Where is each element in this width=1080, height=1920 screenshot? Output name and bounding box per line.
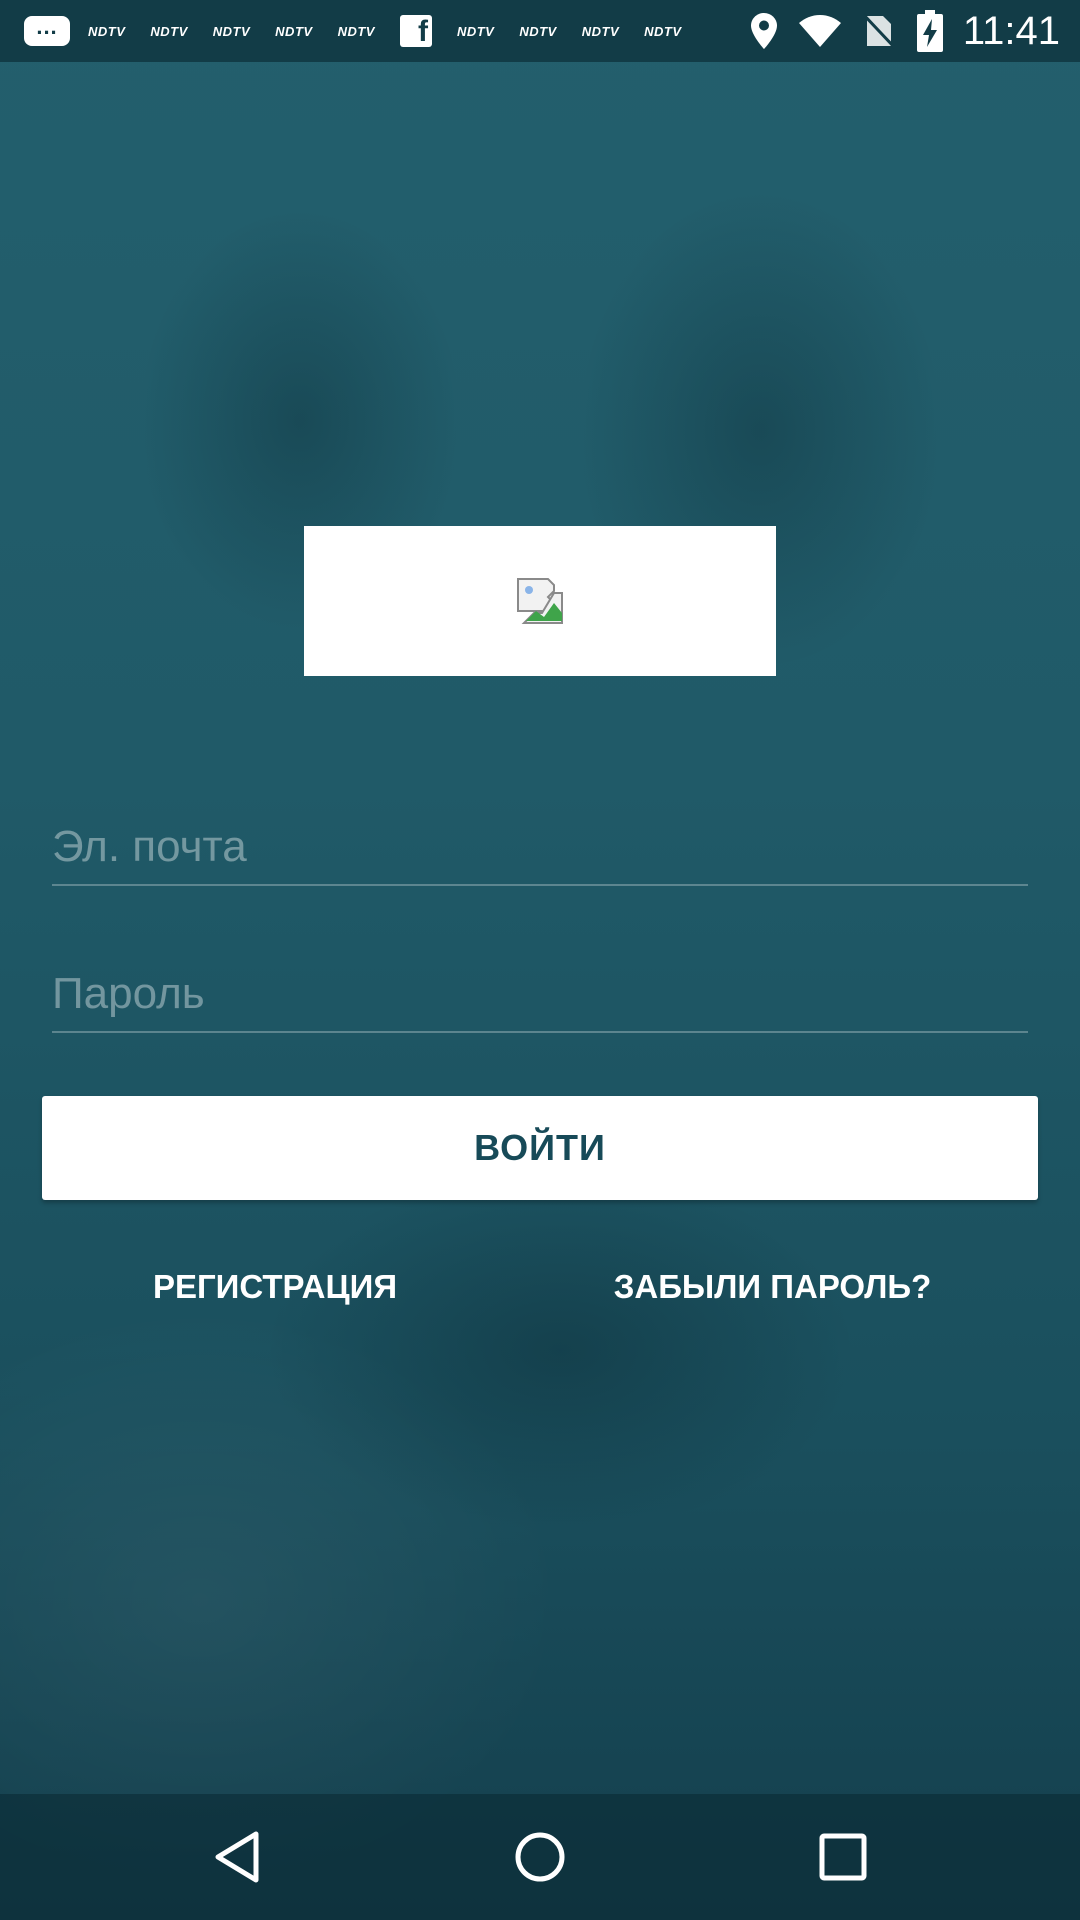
notification-area: ... NDTV NDTV NDTV NDTV NDTV f NDTV NDTV… <box>0 15 707 47</box>
email-field <box>52 810 1028 886</box>
ndtv-notification-icon: NDTV <box>644 23 682 39</box>
forgot-password-link[interactable]: ЗАБЫЛИ ПАРОЛЬ? <box>600 1262 945 1312</box>
ndtv-notification-icon: NDTV <box>456 23 495 39</box>
message-notification-icon: ... <box>24 16 70 46</box>
login-screen: ... NDTV NDTV NDTV NDTV NDTV f NDTV NDTV… <box>0 0 1080 1920</box>
email-input[interactable] <box>52 810 1028 884</box>
ndtv-notification-icon: NDTV <box>337 23 375 39</box>
battery-charging-icon <box>916 10 943 52</box>
password-input[interactable] <box>52 957 1028 1031</box>
ndtv-notification-icon: NDTV <box>212 23 251 39</box>
login-button[interactable]: ВОЙТИ <box>42 1096 1038 1200</box>
ndtv-notification-icon: NDTV <box>519 23 557 39</box>
ndtv-notification-icon: NDTV <box>88 23 126 39</box>
location-icon <box>750 13 777 49</box>
facebook-icon: f <box>399 15 432 47</box>
password-field <box>52 957 1028 1033</box>
home-icon <box>515 1832 565 1882</box>
recents-button[interactable] <box>808 1822 878 1892</box>
register-link[interactable]: РЕГИСТРАЦИЯ <box>110 1262 440 1312</box>
app-logo <box>304 526 776 676</box>
recents-icon <box>819 1833 867 1881</box>
system-icons: 11:41 <box>729 0 1060 62</box>
ndtv-notification-icon: NDTV <box>150 23 188 39</box>
home-button[interactable] <box>505 1822 575 1892</box>
back-icon <box>215 1831 259 1883</box>
no-sim-icon <box>862 12 895 50</box>
status-bar: ... NDTV NDTV NDTV NDTV NDTV f NDTV NDTV… <box>0 0 1080 62</box>
ndtv-notification-icon: NDTV <box>275 23 313 39</box>
back-button[interactable] <box>202 1822 272 1892</box>
wifi-icon <box>798 15 841 47</box>
navigation-bar <box>0 1794 1080 1920</box>
ndtv-notification-icon: NDTV <box>581 23 620 39</box>
clock: 11:41 <box>962 8 1060 53</box>
broken-image-icon <box>517 578 563 624</box>
